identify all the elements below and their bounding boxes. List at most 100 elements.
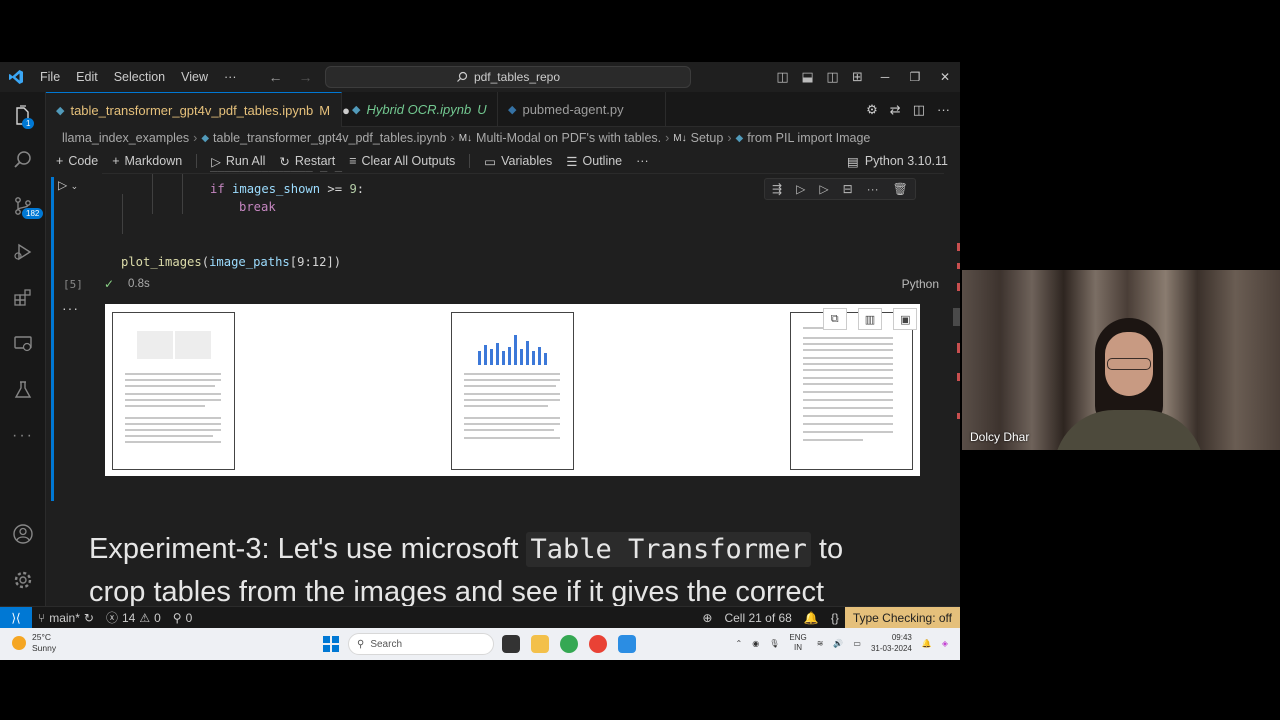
- toggle-secondary-sidebar-icon[interactable]: ◫: [820, 69, 845, 85]
- accounts-icon[interactable]: [0, 512, 46, 556]
- breadcrumb-cell[interactable]: from PIL import Image: [747, 131, 870, 145]
- taskbar-search[interactable]: ⚲ Search: [348, 633, 494, 655]
- cell-position[interactable]: Cell 21 of 68: [718, 611, 797, 625]
- scrollbar-marker: [957, 283, 960, 291]
- scrollbar-thumb[interactable]: [953, 308, 960, 326]
- text-line: [125, 429, 221, 431]
- open-plot-viewer-icon[interactable]: ▥: [857, 308, 882, 330]
- vscode-taskbar-icon[interactable]: [618, 635, 636, 653]
- windows-start-icon[interactable]: [323, 636, 339, 652]
- outline-button[interactable]: ☰ Outline: [566, 154, 622, 169]
- minimize-icon[interactable]: ─: [870, 70, 900, 84]
- task-view-icon[interactable]: [502, 635, 520, 653]
- menu-view[interactable]: View: [173, 70, 216, 84]
- battery-icon[interactable]: ▭: [853, 639, 861, 648]
- toolbar-divider: [469, 154, 471, 168]
- notebook-file-icon: ◆: [56, 104, 65, 117]
- cell-language[interactable]: Python: [902, 277, 939, 291]
- tab-hybrid-ocr[interactable]: ◆ Hybrid OCR.ipynb U: [342, 92, 498, 127]
- wifi-icon[interactable]: ≋: [817, 639, 824, 648]
- toggle-primary-sidebar-icon[interactable]: ◫: [770, 69, 795, 85]
- run-all-button[interactable]: ▷ Run All: [211, 154, 265, 169]
- cell-focus-indicator: [51, 177, 54, 501]
- run-debug-icon[interactable]: [0, 230, 46, 274]
- execute-above-icon[interactable]: ▷: [796, 182, 805, 196]
- ports-indicator[interactable]: ⚲ 0: [167, 611, 198, 625]
- problems-indicator[interactable]: ⓧ 14 ⚠ 0: [100, 609, 167, 626]
- tab-table-transformer[interactable]: ◆ table_transformer_gpt4v_pdf_tables.ipy…: [46, 92, 350, 127]
- split-editor-icon[interactable]: ◫: [913, 102, 925, 118]
- webcam-overlay: Dolcy Dhar: [962, 270, 1280, 450]
- notification-icon[interactable]: 🔔: [922, 639, 932, 648]
- breadcrumb-folder[interactable]: llama_index_examples: [62, 131, 189, 145]
- add-code-cell-button[interactable]: + Code: [56, 154, 98, 168]
- output-actions-icon[interactable]: ···: [62, 300, 79, 316]
- remote-indicator-icon[interactable]: ⟩⟨: [0, 606, 32, 629]
- clock[interactable]: 09:43 31-03-2024: [871, 632, 912, 654]
- notifications-bell-icon[interactable]: 🔔: [798, 611, 825, 625]
- kernel-picker[interactable]: ▤ Python 3.10.11: [847, 149, 948, 173]
- language-indicator[interactable]: ENG IN: [789, 633, 806, 653]
- command-center-label: pdf_tables_repo: [473, 70, 561, 84]
- forward-arrow-icon[interactable]: →: [299, 69, 313, 85]
- run-cell-button[interactable]: ▷ ⌄: [58, 178, 78, 192]
- delete-cell-icon[interactable]: 🗑: [893, 182, 908, 196]
- text-line: [464, 423, 560, 425]
- variables-button[interactable]: ▭ Variables: [484, 154, 552, 169]
- volume-icon[interactable]: 🔊: [833, 639, 843, 648]
- split-cell-icon[interactable]: ⊟: [843, 182, 853, 196]
- pdf-page-thumbnail: [790, 312, 913, 470]
- testing-icon[interactable]: [0, 368, 46, 412]
- menu-edit[interactable]: Edit: [68, 70, 106, 84]
- restore-icon[interactable]: ❐: [900, 70, 930, 84]
- git-branch[interactable]: ⑂ main* ↻: [32, 611, 100, 625]
- tray-app-icon[interactable]: ◉: [752, 639, 759, 648]
- tab-pubmed-agent[interactable]: ◆ pubmed-agent.py: [498, 92, 666, 127]
- braces-icon[interactable]: {}: [825, 611, 845, 625]
- chrome-profile-icon[interactable]: [560, 635, 578, 653]
- menu-selection[interactable]: Selection: [106, 70, 173, 84]
- zoom-icon[interactable]: ⊕: [696, 611, 718, 625]
- more-actions-icon[interactable]: ···: [937, 102, 950, 117]
- type-checking-status[interactable]: Type Checking: off: [844, 607, 960, 629]
- command-center-search[interactable]: pdf_tables_repo: [325, 66, 691, 88]
- execute-below-icon[interactable]: ▷: [819, 182, 828, 196]
- open-changes-icon[interactable]: ⇄: [890, 102, 901, 118]
- breadcrumb-section[interactable]: Multi-Modal on PDF's with tables.: [476, 131, 661, 145]
- close-window-icon[interactable]: ✕: [930, 70, 960, 84]
- copilot-icon[interactable]: ◈: [942, 639, 948, 648]
- search-view-icon[interactable]: [0, 138, 46, 182]
- back-arrow-icon[interactable]: ←: [269, 69, 283, 85]
- breadcrumb-file[interactable]: table_transformer_gpt4v_pdf_tables.ipynb: [213, 131, 446, 145]
- settings-gear-icon[interactable]: ⚙: [866, 102, 878, 118]
- more-views-icon[interactable]: ···: [0, 414, 46, 458]
- copy-output-icon[interactable]: ⧉: [822, 308, 847, 330]
- file-explorer-icon[interactable]: [531, 635, 549, 653]
- toolbar-more-button[interactable]: ···: [636, 154, 649, 168]
- clear-outputs-button[interactable]: ≡ Clear All Outputs: [349, 154, 455, 168]
- weather-widget[interactable]: 25°C Sunny: [12, 632, 56, 654]
- add-markdown-cell-button[interactable]: + Markdown: [112, 154, 182, 168]
- restart-button[interactable]: ↻ Restart: [279, 154, 335, 169]
- run-by-line-icon[interactable]: ⇶: [772, 182, 782, 196]
- explorer-icon[interactable]: 1: [0, 94, 46, 138]
- chrome-icon[interactable]: [589, 635, 607, 653]
- toggle-panel-icon[interactable]: ⬓: [795, 69, 820, 85]
- error-count: 14: [121, 610, 136, 625]
- remote-explorer-icon[interactable]: [0, 322, 46, 366]
- microphone-icon[interactable]: 🎙: [769, 639, 779, 648]
- save-output-icon[interactable]: ▣: [893, 308, 918, 330]
- chevron-up-icon[interactable]: ⌃: [736, 639, 743, 648]
- chevron-right-icon: ›: [665, 131, 670, 145]
- search-icon: ⚲: [357, 638, 365, 650]
- markdown-cell[interactable]: Experiment-3: Let's use microsoft Table …: [89, 528, 843, 613]
- extensions-icon[interactable]: [0, 276, 46, 320]
- customize-layout-icon[interactable]: ⊞: [845, 69, 870, 85]
- manage-gear-icon[interactable]: [0, 558, 46, 602]
- menu-file[interactable]: File: [32, 70, 68, 84]
- breadcrumb-subsection[interactable]: Setup: [691, 131, 724, 145]
- cell-more-icon[interactable]: ···: [867, 182, 879, 196]
- menu-more[interactable]: ···: [216, 70, 245, 84]
- source-control-icon[interactable]: 182: [0, 184, 46, 228]
- sync-icon[interactable]: ↻: [84, 611, 94, 625]
